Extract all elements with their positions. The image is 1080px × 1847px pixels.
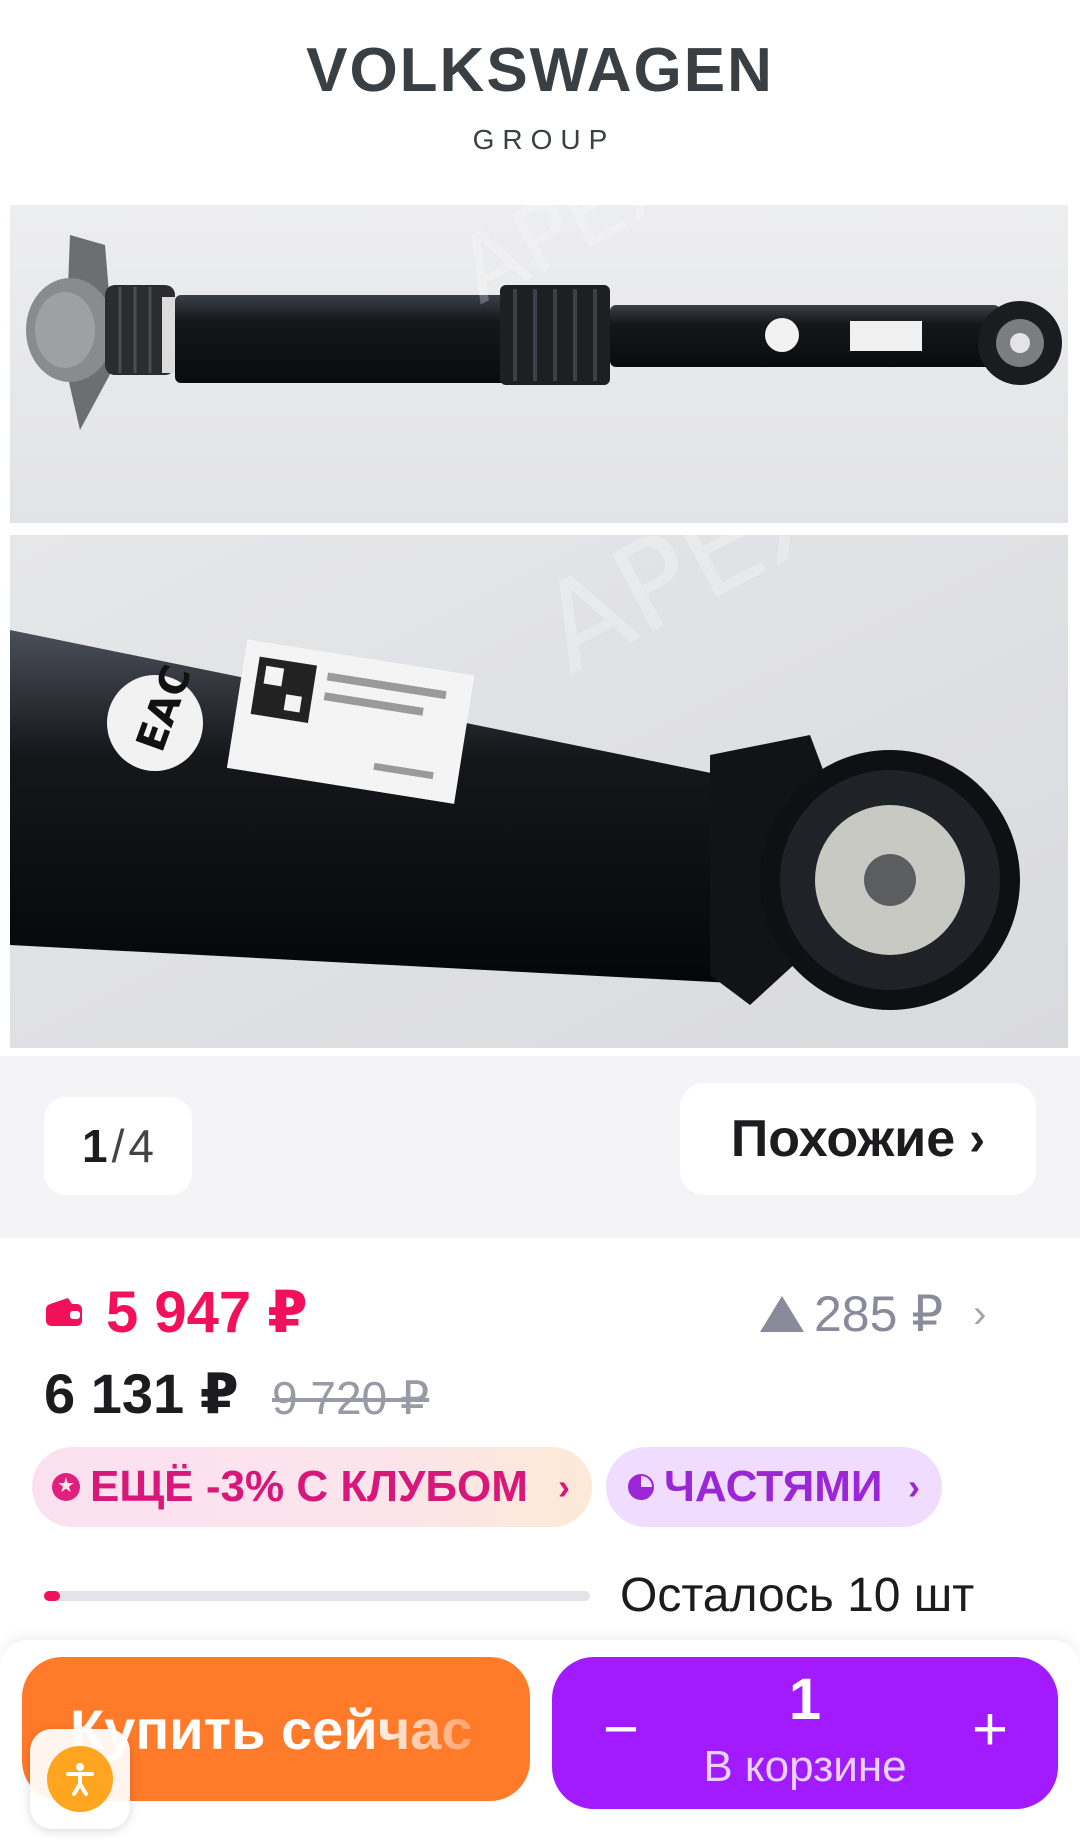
shock-absorber-photo-closeup: EAC APEX <box>10 535 1068 1048</box>
accessibility-button[interactable] <box>30 1729 130 1829</box>
chevron-right-icon: › <box>558 1466 570 1507</box>
stock-progress-fill <box>44 1591 61 1601</box>
accessibility-icon <box>47 1746 113 1812</box>
card-price: 5 947 ₽ <box>106 1280 308 1345</box>
stock-progress-bar <box>44 1591 590 1601</box>
shock-absorber-photo-full: APEX <box>10 205 1068 523</box>
stock-remaining: Осталось 10 шт <box>620 1569 975 1622</box>
brand-logo-name: VOLKSWAGEN <box>306 36 774 105</box>
triangle-up-icon <box>760 1296 804 1332</box>
image-counter: 1 / 4 <box>44 1097 192 1195</box>
increase-quantity-button[interactable]: + <box>962 1695 1018 1765</box>
installments-label: ЧАСТЯМИ <box>664 1462 883 1511</box>
image-counter-separator: / <box>111 1120 125 1172</box>
wallet-icon <box>46 1298 82 1326</box>
product-gallery[interactable]: VOLKSWAGEN GROUP APEX EAC APEX 1 / 4 Пох… <box>0 0 1080 1238</box>
club-discount-badge[interactable]: ЕЩЁ -3% С КЛУБОМ › <box>32 1447 592 1527</box>
installments-badge[interactable]: ЧАСТЯМИ › <box>606 1447 942 1527</box>
brand-logo-sub: GROUP <box>472 124 616 155</box>
image-counter-total: 4 <box>128 1120 154 1172</box>
price-drop[interactable]: 285 ₽ › <box>760 1286 986 1342</box>
cart-quantity-control: − 1 В корзине + <box>552 1657 1058 1809</box>
chevron-right-icon: › <box>969 1112 986 1166</box>
old-price: 9 720 ₽ <box>272 1372 430 1424</box>
chevron-right-icon: › <box>908 1466 920 1507</box>
similar-button[interactable]: Похожие › <box>680 1083 1036 1195</box>
star-icon <box>52 1473 80 1501</box>
product-image[interactable]: VOLKSWAGEN GROUP APEX EAC APEX <box>0 0 1080 1056</box>
pie-icon <box>628 1474 654 1500</box>
image-counter-current: 1 <box>82 1120 108 1172</box>
similar-button-label: Похожие <box>730 1110 956 1168</box>
chevron-right-icon: › <box>973 1292 987 1336</box>
club-discount-label: ЕЩЁ -3% С КЛУБОМ <box>90 1462 528 1511</box>
regular-price: 6 131 ₽ <box>44 1362 239 1425</box>
brand-logo: VOLKSWAGEN GROUP <box>0 38 1080 156</box>
price-drop-value: 285 ₽ <box>814 1286 944 1342</box>
